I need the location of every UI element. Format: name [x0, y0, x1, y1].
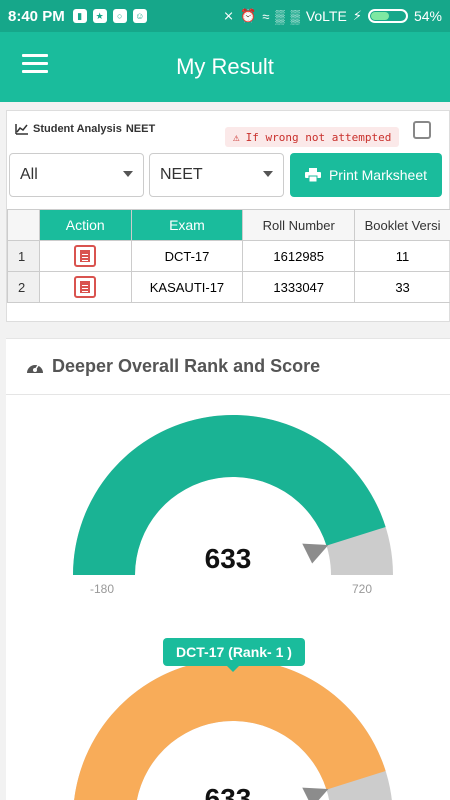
row-index: 1	[7, 240, 40, 272]
roll-number-cell: 1333047	[242, 271, 356, 303]
analysis-card: Student Analysis NEET ⚠ If wrong not att…	[6, 110, 450, 322]
action-cell	[38, 271, 132, 303]
status-time: 8:40 PM	[8, 7, 65, 25]
notification-icon: ○	[112, 9, 127, 23]
filter-select-value: NEET	[160, 166, 203, 183]
action-cell	[38, 240, 132, 272]
student-analysis-exam: NEET	[125, 123, 156, 135]
exam-cell: KASAUTI-17	[130, 271, 244, 303]
gauge2-fill	[74, 659, 386, 800]
app-bar: My Result	[0, 32, 450, 102]
signal-icon: ▒	[275, 8, 285, 24]
roll-number-cell: 1612985	[242, 240, 356, 272]
status-bar: 8:40 PM ▮ ★ ○ ☺ ⨯ ⏰ ≈ ▒ ▒ VoLTE ⚡ 54%	[0, 0, 450, 32]
gauge-min-label: -180	[90, 582, 115, 596]
notification-icon: ▮	[72, 9, 87, 23]
wifi-icon: ≈	[262, 8, 270, 24]
warning-text: If wrong not attempted	[245, 130, 392, 144]
notification-icon: ☺	[132, 9, 147, 23]
table-row: 2 KASAUTI-17 1333047 33	[7, 271, 450, 303]
row-index: 2	[7, 271, 40, 303]
filter-select-all[interactable]: All	[9, 153, 144, 197]
print-icon	[304, 168, 321, 182]
pdf-file-icon[interactable]	[74, 245, 97, 267]
chevron-down-icon	[263, 171, 273, 177]
results-table: Action Exam Roll Number Booklet Versi 1 …	[7, 209, 450, 303]
battery-icon	[367, 9, 408, 23]
vibrate-off-icon: ⨯	[223, 8, 235, 23]
student-analysis-label: Student Analysis	[33, 123, 122, 135]
booklet-version-cell: 33	[354, 271, 450, 303]
print-marksheet-button[interactable]: Print Marksheet	[290, 153, 442, 197]
col-header-booklet-version: Booklet Versi	[354, 209, 450, 241]
student-analysis-header: Student Analysis NEET	[15, 123, 155, 135]
col-header-roll-number: Roll Number	[242, 209, 356, 241]
exam-cell: DCT-17	[130, 240, 244, 272]
rank-badge: DCT-17 (Rank- 1 )	[163, 638, 305, 672]
col-header-exam: Exam	[130, 209, 244, 241]
print-marksheet-label: Print Marksheet	[328, 167, 428, 183]
wrong-not-attempted-checkbox[interactable]	[413, 121, 431, 139]
page-title: My Result	[176, 54, 274, 79]
table-header-row: Action Exam Roll Number Booklet Versi	[7, 209, 450, 241]
chart-line-icon	[15, 124, 28, 135]
rank-score-card: Deeper Overall Rank and Score 633 -180 7…	[6, 338, 450, 800]
pdf-file-icon[interactable]	[74, 276, 97, 298]
gauge-score-value: 633	[204, 543, 252, 574]
table-row: 1 DCT-17 1612985 11	[7, 240, 450, 272]
gauge-max-label: 720	[352, 582, 373, 596]
menu-icon[interactable]	[22, 54, 48, 76]
chevron-down-icon	[123, 171, 133, 177]
col-index-header	[7, 209, 40, 241]
booklet-version-cell: 11	[354, 240, 450, 272]
gauge-score-value-2: 633	[204, 783, 252, 800]
warning-icon: ⚠	[233, 130, 240, 144]
signal-icon: ▒	[290, 8, 300, 24]
battery-percent: 54%	[413, 8, 442, 24]
filter-select-exam[interactable]: NEET	[149, 153, 284, 197]
filter-select-value: All	[20, 166, 38, 183]
alarm-icon: ⏰	[240, 8, 257, 23]
col-header-action: Action	[38, 209, 132, 241]
warning-badge: ⚠ If wrong not attempted	[225, 127, 400, 147]
network-type: VoLTE	[305, 8, 347, 24]
notification-icon: ★	[92, 9, 107, 23]
charging-icon: ⚡	[352, 8, 362, 23]
